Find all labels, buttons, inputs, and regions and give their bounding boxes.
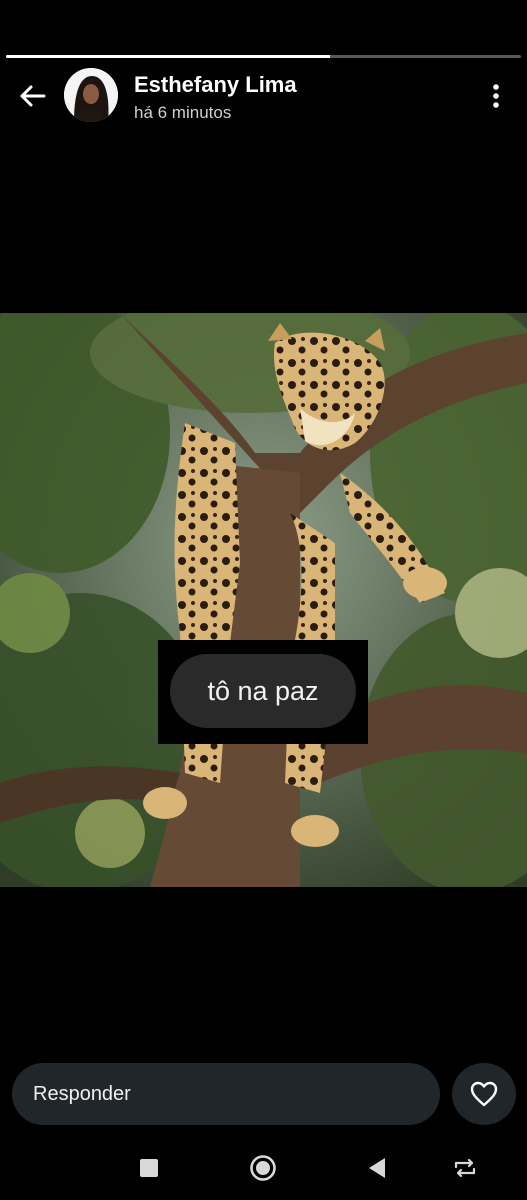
story-image[interactable]: tô na paz (0, 313, 527, 887)
back-button[interactable] (14, 78, 50, 114)
home-circle-icon (250, 1155, 276, 1181)
heart-icon (470, 1081, 498, 1107)
reply-input[interactable]: Responder (12, 1063, 440, 1125)
story-progress-fill (6, 55, 331, 58)
nav-home-button[interactable] (243, 1150, 283, 1186)
caption-text: tô na paz (170, 654, 356, 728)
nav-back-button[interactable] (357, 1150, 397, 1186)
square-icon (140, 1159, 158, 1177)
more-options-button[interactable] (484, 80, 508, 112)
story-progress-bar (6, 55, 521, 58)
rotate-screen-button[interactable] (445, 1150, 485, 1186)
story-timestamp: há 6 minutos (134, 103, 232, 122)
avatar-image (64, 68, 118, 122)
like-button[interactable] (452, 1063, 516, 1125)
arrow-left-icon (20, 85, 46, 107)
leopard-in-tree-image (0, 313, 527, 887)
rotate-icon (454, 1158, 476, 1178)
nav-recents-button[interactable] (129, 1150, 169, 1186)
story-user-name[interactable]: Esthefany Lima (134, 72, 297, 98)
reply-placeholder: Responder (33, 1082, 131, 1105)
avatar[interactable] (64, 68, 118, 122)
caption-sticker: tô na paz (158, 640, 368, 744)
more-vertical-icon (493, 84, 499, 108)
back-triangle-icon (369, 1158, 385, 1178)
